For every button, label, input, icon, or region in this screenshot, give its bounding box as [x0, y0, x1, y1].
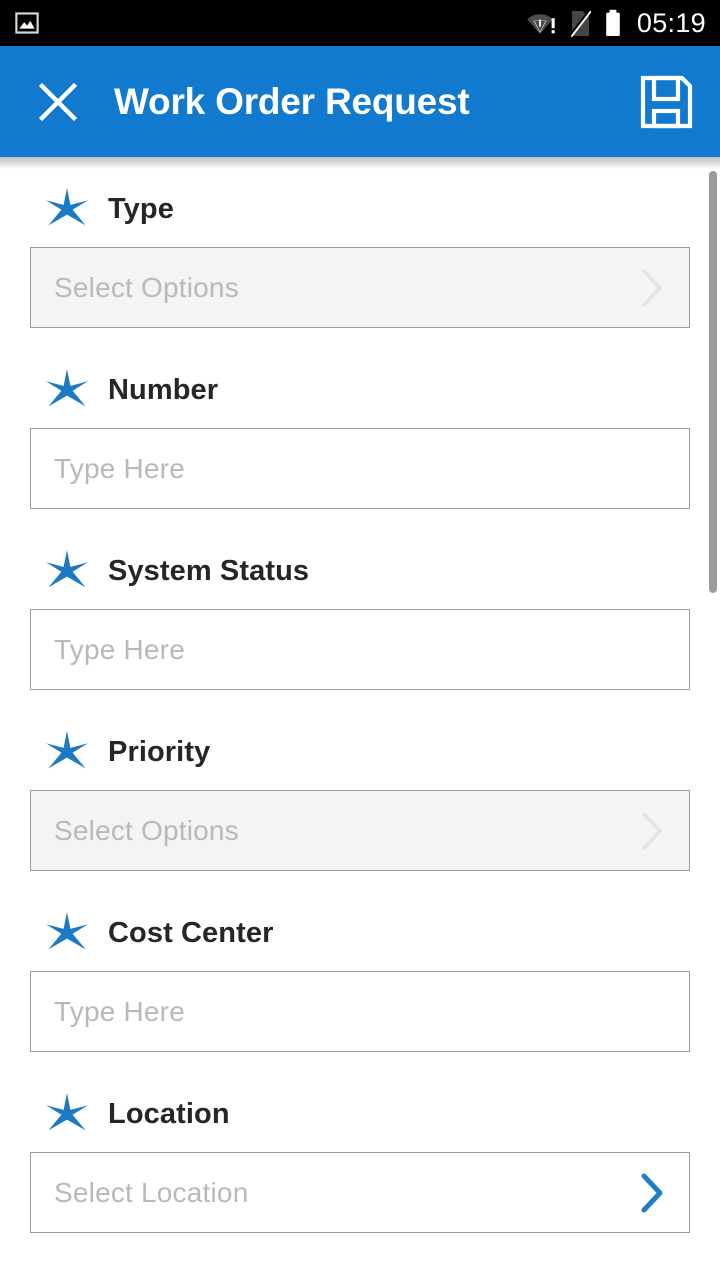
required-star-icon: [44, 367, 90, 413]
field-group-cost-center: Cost Center Type Here: [0, 895, 720, 1052]
chevron-right-icon: [635, 806, 673, 856]
save-icon: [637, 73, 695, 131]
field-label-row-type: Type: [30, 171, 690, 247]
field-label: Priority: [108, 735, 211, 768]
field-placeholder: Type Here: [54, 995, 185, 1027]
field-group-location: Location Select Location: [0, 1076, 720, 1233]
field-input-system-status[interactable]: Type Here: [30, 609, 690, 690]
wifi-alert-icon: [526, 10, 556, 36]
close-icon: [35, 79, 81, 125]
required-star-icon: [44, 186, 90, 232]
required-star-icon: [44, 1091, 90, 1137]
field-label-row-location: Location: [30, 1076, 690, 1152]
field-placeholder: Type Here: [54, 633, 185, 665]
field-placeholder: Select Options: [54, 271, 239, 303]
work-order-form[interactable]: Type Select Options Number Type Here Sys…: [0, 157, 720, 1280]
page-title: Work Order Request: [114, 80, 470, 122]
field-placeholder: Select Options: [54, 814, 239, 846]
field-label: Type: [108, 192, 174, 225]
field-placeholder: Select Location: [54, 1176, 249, 1208]
status-bar: 05:19: [0, 0, 720, 46]
field-group-system-status: System Status Type Here: [0, 533, 720, 690]
status-bar-system-icons: 05:19: [526, 9, 706, 37]
field-placeholder: Type Here: [54, 452, 185, 484]
field-group-number: Number Type Here: [0, 352, 720, 509]
chevron-right-icon: [635, 263, 673, 313]
field-label: System Status: [108, 554, 310, 587]
app-bar: Work Order Request: [0, 46, 720, 169]
required-star-icon: [44, 910, 90, 956]
field-label-row-system-status: System Status: [30, 533, 690, 609]
chevron-right-icon[interactable]: [635, 1168, 673, 1218]
close-button[interactable]: [30, 74, 86, 130]
sim-card-off-icon: [568, 9, 592, 37]
field-input-location[interactable]: Select Location: [30, 1152, 690, 1233]
field-label-row-number: Number: [30, 352, 690, 428]
field-label-row-cost-center: Cost Center: [30, 895, 690, 971]
field-label-row-priority: Priority: [30, 714, 690, 790]
field-input-cost-center[interactable]: Type Here: [30, 971, 690, 1052]
field-label: Location: [108, 1097, 230, 1130]
field-input-type[interactable]: Select Options: [30, 247, 690, 328]
image-icon: [14, 10, 40, 36]
required-star-icon: [44, 548, 90, 594]
status-bar-notifications: [14, 10, 40, 36]
field-label: Cost Center: [108, 916, 274, 949]
field-input-number[interactable]: Type Here: [30, 428, 690, 509]
battery-full-icon: [604, 9, 622, 37]
field-group-type: Type Select Options: [0, 171, 720, 328]
field-label: Number: [108, 373, 219, 406]
field-group-priority: Priority Select Options: [0, 714, 720, 871]
field-input-priority[interactable]: Select Options: [30, 790, 690, 871]
save-button[interactable]: [634, 70, 698, 134]
status-bar-clock: 05:19: [636, 7, 706, 38]
required-star-icon: [44, 729, 90, 775]
